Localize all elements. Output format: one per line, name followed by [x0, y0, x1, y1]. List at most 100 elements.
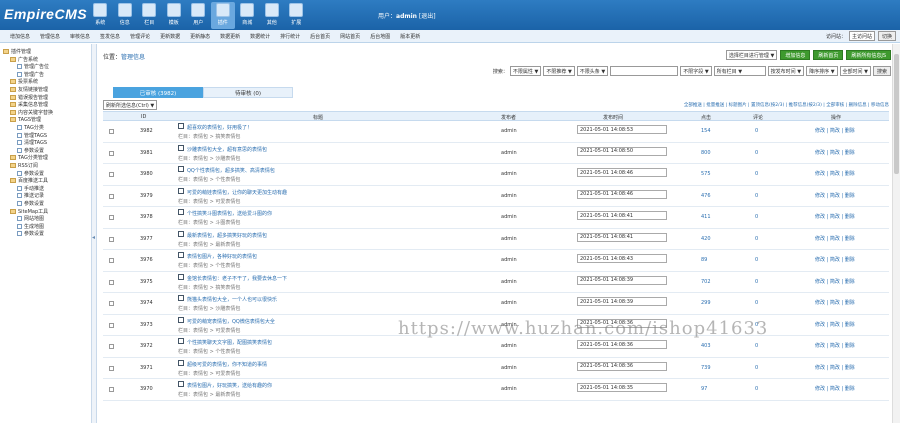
row-actions[interactable]: 修改 | 简改 | 删除 — [815, 278, 855, 285]
row-title[interactable]: 超喜欢的表情包，好用极了！ — [187, 124, 252, 131]
row-actions[interactable]: 修改 | 简改 | 删除 — [815, 213, 855, 220]
subnav-item-1[interactable]: 管理信息 — [40, 33, 60, 40]
row-checkbox[interactable] — [109, 344, 114, 349]
subnav-item-5[interactable]: 更新数据 — [160, 33, 180, 40]
topnav-item-2[interactable]: 栏目 — [137, 2, 162, 29]
sidebar-item-20[interactable]: 参数设置 — [17, 200, 44, 207]
row-checkbox[interactable] — [109, 301, 114, 306]
row-hits[interactable]: 800 — [701, 150, 711, 156]
sidebar-item-22[interactable]: 网站地图 — [17, 215, 44, 222]
row-date-field[interactable]: 2021-05-01 14:08:39 — [577, 297, 667, 306]
topnav-item-6[interactable]: 商城 — [235, 2, 260, 29]
site-select[interactable]: 主访问站 — [848, 31, 875, 41]
subnav-item-13[interactable]: 版本更新 — [400, 33, 420, 40]
row-checkbox[interactable] — [109, 322, 114, 328]
row-date-field[interactable]: 2021-05-01 14:08:53 — [577, 125, 667, 134]
row-date-field[interactable]: 2021-05-01 14:08:41 — [577, 211, 667, 220]
subnav-item-4[interactable]: 管理评论 — [130, 33, 150, 40]
row-actions[interactable]: 修改 | 简改 | 删除 — [815, 170, 855, 177]
sidebar-item-2[interactable]: 管理广告位 — [17, 63, 49, 70]
row-title[interactable]: 熊猫头表情包大全，一个人也可以很快乐 — [187, 296, 277, 303]
sidebar-item-5[interactable]: 友情链接管理 — [10, 86, 48, 93]
sidebar-item-13[interactable]: 参数设置 — [17, 147, 44, 154]
row-comments[interactable]: 0 — [755, 193, 758, 199]
row-comments[interactable]: 0 — [755, 128, 758, 134]
row-hits[interactable]: 420 — [701, 236, 711, 242]
row-title[interactable]: 个性搞笑斗图表情包，送给爱斗图的你 — [187, 210, 272, 217]
subnav-item-2[interactable]: 审核信息 — [70, 33, 90, 40]
subnav-item-11[interactable]: 网站首页 — [340, 33, 360, 40]
sidebar-item-16[interactable]: 参数设置 — [17, 170, 44, 177]
sidebar-item-0[interactable]: 插件管理 — [3, 48, 31, 55]
row-comments[interactable]: 0 — [755, 365, 758, 371]
row-checkbox[interactable] — [109, 150, 114, 156]
row-date-field[interactable]: 2021-05-01 14:08:36 — [577, 361, 667, 371]
sidebar-item-1[interactable]: 广告系统 — [10, 56, 38, 63]
row-comments[interactable]: 0 — [755, 236, 758, 242]
field-select[interactable]: 不限字段 ▼ — [680, 66, 712, 76]
row-title[interactable]: 可爱的萌娃表情包，让你的聊天更加生动有趣 — [187, 189, 287, 196]
row-actions[interactable]: 修改 | 简改 | 删除 — [815, 364, 855, 371]
row-hits[interactable]: 97 — [701, 386, 707, 392]
sidebar-item-17[interactable]: 百度推送工具 — [10, 177, 48, 184]
topnav-item-4[interactable]: 用户 — [186, 2, 211, 29]
row-actions[interactable]: 修改 | 简改 | 删除 — [815, 385, 855, 392]
row-checkbox[interactable] — [109, 258, 114, 263]
switch-button[interactable]: 切换 — [877, 31, 896, 41]
topnav-item-5[interactable]: 插件 — [210, 2, 235, 29]
row-actions[interactable]: 修改 | 简改 | 删除 — [815, 321, 855, 328]
refresh-js-button[interactable]: 刷新所有信息JS — [846, 50, 891, 60]
sidebar-item-24[interactable]: 参数设置 — [17, 230, 44, 237]
row-title[interactable]: 表情包图片，好玩搞笑，送给有趣的你 — [187, 382, 272, 389]
row-hits[interactable]: 154 — [701, 128, 711, 134]
sidebar-item-7[interactable]: 采集信息管理 — [10, 101, 48, 108]
column-select[interactable]: 选择栏目进行管理 ▼ — [725, 50, 778, 60]
row-title[interactable]: 表情包图片，各种好玩的表情包 — [187, 253, 257, 260]
subnav-item-9[interactable]: 排行统计 — [280, 33, 300, 40]
logout-link[interactable]: [退出] — [419, 13, 436, 20]
sort-order-select[interactable]: 降序排序 ▼ — [806, 66, 838, 76]
attr-select[interactable]: 不限属性 ▼ — [509, 66, 542, 76]
subnav-item-7[interactable]: 数据更新 — [220, 33, 240, 40]
row-actions[interactable]: 修改 | 简改 | 删除 — [815, 299, 855, 306]
row-date-field[interactable]: 2021-05-01 14:08:41 — [577, 232, 667, 242]
tab-approved[interactable]: 已审核 (3982) — [113, 87, 203, 98]
sidebar-item-6[interactable]: 错误报告管理 — [10, 94, 48, 101]
row-date-field[interactable]: 2021-05-01 14:08:39 — [577, 275, 667, 285]
time-select[interactable]: 全部时间 ▼ — [839, 66, 871, 76]
add-info-button[interactable]: 增加信息 — [780, 50, 811, 60]
row-comments[interactable]: 0 — [755, 150, 758, 156]
category-select[interactable]: 所有栏目 ▼ — [713, 66, 766, 76]
location-link[interactable]: 管理信息 — [121, 54, 145, 61]
row-title[interactable]: 沙雕表情包大全，超有意思的表情包 — [187, 146, 267, 153]
row-date-field[interactable]: 2021-05-01 14:08:46 — [577, 168, 667, 177]
sidebar-item-11[interactable]: 管理TAGS — [17, 132, 47, 139]
row-date-field[interactable]: 2021-05-01 14:08:36 — [577, 340, 667, 349]
subnav-item-3[interactable]: 签发信息 — [100, 33, 120, 40]
search-input[interactable] — [610, 66, 679, 76]
subnav-item-6[interactable]: 更新静态 — [190, 33, 210, 40]
row-checkbox[interactable] — [109, 172, 114, 177]
row-date-field[interactable]: 2021-05-01 14:08:50 — [577, 146, 667, 156]
row-actions[interactable]: 修改 | 简改 | 删除 — [815, 149, 855, 156]
sidebar-item-12[interactable]: 清理TAGS — [17, 139, 47, 146]
row-comments[interactable]: 0 — [755, 257, 758, 263]
headline-select[interactable]: 不限头条 ▼ — [576, 66, 609, 76]
row-hits[interactable]: 89 — [701, 257, 707, 263]
row-checkbox[interactable] — [109, 387, 114, 392]
row-comments[interactable]: 0 — [755, 300, 758, 306]
row-title[interactable]: 超级可爱的表情包，你不知道的事情 — [187, 361, 267, 368]
row-comments[interactable]: 0 — [755, 343, 758, 349]
sidebar-item-10[interactable]: TAG分类 — [17, 124, 44, 131]
batch-links[interactable]: 全部推送 | 批量推送 | 标题图片 | 置顶信息(按2/3) | 推荐信息(按… — [684, 102, 889, 108]
tab-pending[interactable]: 待审核 (0) — [203, 87, 293, 98]
row-hits[interactable]: 476 — [701, 193, 711, 199]
row-actions[interactable]: 修改 | 简改 | 删除 — [815, 235, 855, 242]
row-hits[interactable]: 299 — [701, 300, 711, 306]
row-title[interactable]: 金馆长表情包：老子不干了，我要去休息一下 — [187, 275, 287, 282]
row-comments[interactable]: 0 — [755, 279, 758, 285]
row-hits[interactable]: 575 — [701, 171, 711, 177]
row-checkbox[interactable] — [109, 215, 114, 220]
recommend-select[interactable]: 不限推荐 ▼ — [543, 66, 575, 76]
row-actions[interactable]: 修改 | 简改 | 删除 — [815, 127, 855, 134]
